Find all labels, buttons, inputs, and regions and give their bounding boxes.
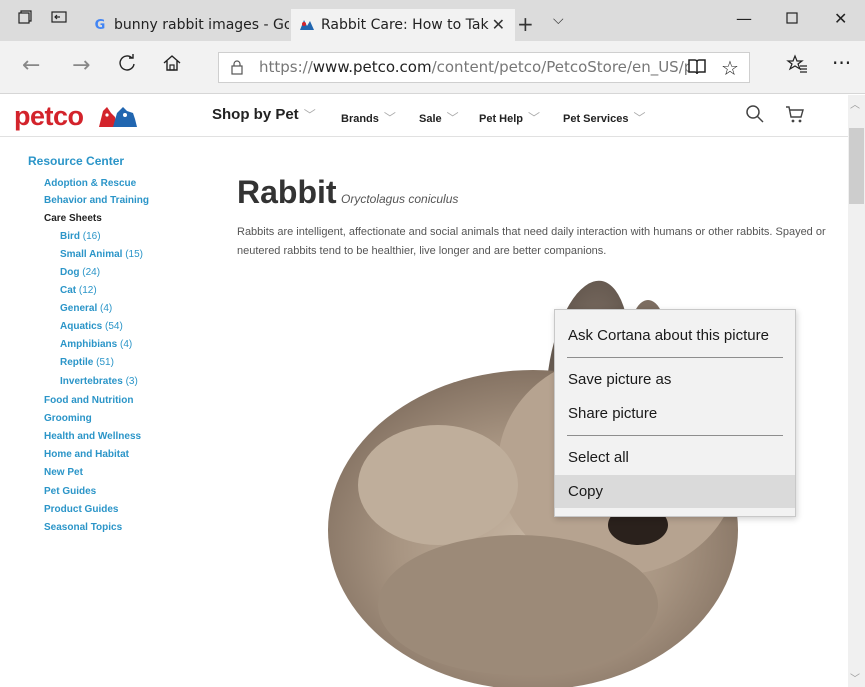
address-bar[interactable]: https://www.petco.com/content/petco/Petc… <box>218 52 750 83</box>
menu-divider <box>567 357 783 358</box>
close-tab-icon[interactable]: ✕ <box>492 9 505 41</box>
sidebar-item-cat[interactable]: Cat (12) <box>60 285 97 296</box>
sidebar-item-food-nutrition[interactable]: Food and Nutrition <box>44 395 133 406</box>
sidebar-item-dog[interactable]: Dog (24) <box>60 267 100 278</box>
google-icon: G <box>94 18 106 33</box>
more-options-icon[interactable]: ··· <box>832 51 851 75</box>
chevron-down-icon: ﹀ <box>383 111 396 125</box>
chevron-down-icon: ﹀ <box>528 111 541 125</box>
sidebar-item-home-habitat[interactable]: Home and Habitat <box>44 449 129 460</box>
chevron-down-icon: ﹀ <box>446 111 459 125</box>
menu-item-share-picture[interactable]: Share picture <box>555 397 795 430</box>
sidebar-item-grooming[interactable]: Grooming <box>44 413 92 424</box>
tab-title: bunny rabbit images - Goog <box>114 17 289 33</box>
search-icon[interactable] <box>745 104 765 124</box>
tab-title: Rabbit Care: How to Tak <box>321 17 489 33</box>
refresh-icon[interactable] <box>117 53 137 79</box>
scroll-down-icon[interactable]: ﹀ <box>850 670 860 685</box>
intro-paragraph: Rabbits are intelligent, affectionate an… <box>237 226 826 257</box>
maximize-icon[interactable] <box>786 9 798 28</box>
sidebar-item-amphibians[interactable]: Amphibians (4) <box>60 339 132 350</box>
petco-logo[interactable]: petco <box>14 101 84 132</box>
tab-preview-icon[interactable] <box>14 9 36 31</box>
sidebar-item-reptile[interactable]: Reptile (51) <box>60 357 114 368</box>
url-text: https://www.petco.com/content/petco/Petc… <box>259 58 689 76</box>
sidebar-item-pet-guides[interactable]: Pet Guides <box>44 486 96 497</box>
favorite-star-icon[interactable]: ☆ <box>721 56 739 80</box>
petco-pets-logo-icon <box>99 107 137 127</box>
sidebar-item-product-guides[interactable]: Product Guides <box>44 504 118 515</box>
chevron-down-icon: ﹀ <box>303 108 316 122</box>
chevron-down-icon: ﹀ <box>633 111 646 125</box>
nav-brands[interactable]: Brands ﹀ <box>341 109 396 126</box>
lock-icon <box>231 60 243 75</box>
home-icon[interactable] <box>162 53 182 79</box>
sidebar-item-invertebrates[interactable]: Invertebrates (3) <box>60 376 138 387</box>
set-tabs-aside-icon[interactable] <box>48 9 70 31</box>
petco-icon <box>299 18 315 34</box>
nav-sale[interactable]: Sale ﹀ <box>419 109 459 126</box>
menu-item-select-all[interactable]: Select all <box>555 441 795 474</box>
sidebar-item-health-wellness[interactable]: Health and Wellness <box>44 431 141 442</box>
menu-divider <box>567 435 783 436</box>
sidebar-item-aquatics[interactable]: Aquatics (54) <box>60 321 123 332</box>
sidebar-item-adoption-rescue[interactable]: Adoption & Rescue <box>44 178 136 189</box>
sidebar-item-bird[interactable]: Bird (16) <box>60 231 101 242</box>
nav-pet-services[interactable]: Pet Services ﹀ <box>563 109 645 126</box>
tab-petco-rabbit[interactable]: Rabbit Care: How to Tak ✕ <box>291 9 515 41</box>
sidebar-item-behavior-training[interactable]: Behavior and Training <box>44 195 149 206</box>
menu-item-ask-cortana[interactable]: Ask Cortana about this picture <box>555 319 795 352</box>
nav-pet-help[interactable]: Pet Help ﹀ <box>479 109 540 126</box>
minimize-icon[interactable]: — <box>736 9 752 28</box>
scroll-up-icon[interactable]: ︿ <box>850 96 860 111</box>
tab-google-search[interactable]: G bunny rabbit images - Goog <box>84 9 289 41</box>
nav-shop-by-pet[interactable]: Shop by Pet ﹀ <box>212 106 316 123</box>
sidebar-item-small-animal[interactable]: Small Animal (15) <box>60 249 143 260</box>
forward-arrow-icon[interactable]: → <box>72 53 90 78</box>
scientific-name: Oryctolagus coniculus <box>341 192 459 206</box>
back-arrow-icon[interactable]: ← <box>22 53 40 78</box>
menu-item-save-picture[interactable]: Save picture as <box>555 363 795 396</box>
sidebar-item-care-sheets[interactable]: Care Sheets <box>44 213 102 224</box>
reading-view-icon[interactable] <box>687 58 707 81</box>
favorites-hub-icon[interactable] <box>786 54 808 79</box>
chevron-down-icon[interactable]: ⌵ <box>553 12 564 28</box>
page-title: Rabbit <box>237 174 337 210</box>
scrollbar-thumb[interactable] <box>849 128 864 204</box>
tab-bar: G bunny rabbit images - Goog Rabbit Care… <box>0 0 865 41</box>
sidebar-item-general[interactable]: General (4) <box>60 303 112 314</box>
close-window-icon[interactable]: ✕ <box>834 9 847 28</box>
sidebar-item-seasonal-topics[interactable]: Seasonal Topics <box>44 522 122 533</box>
new-tab-icon[interactable]: + <box>517 12 534 36</box>
sidebar-title[interactable]: Resource Center <box>28 154 124 168</box>
site-header: petco Shop by Pet ﹀ Brands ﹀ Sale ﹀ Pet Hel… <box>0 95 848 137</box>
navigation-bar: ← → https://www.petco.com/content/petco/… <box>0 41 865 94</box>
menu-item-copy[interactable]: Copy <box>555 475 795 508</box>
cart-icon[interactable] <box>785 104 805 124</box>
sidebar-item-new-pet[interactable]: New Pet <box>44 467 83 478</box>
context-menu: Ask Cortana about this picture Save pict… <box>554 309 796 517</box>
